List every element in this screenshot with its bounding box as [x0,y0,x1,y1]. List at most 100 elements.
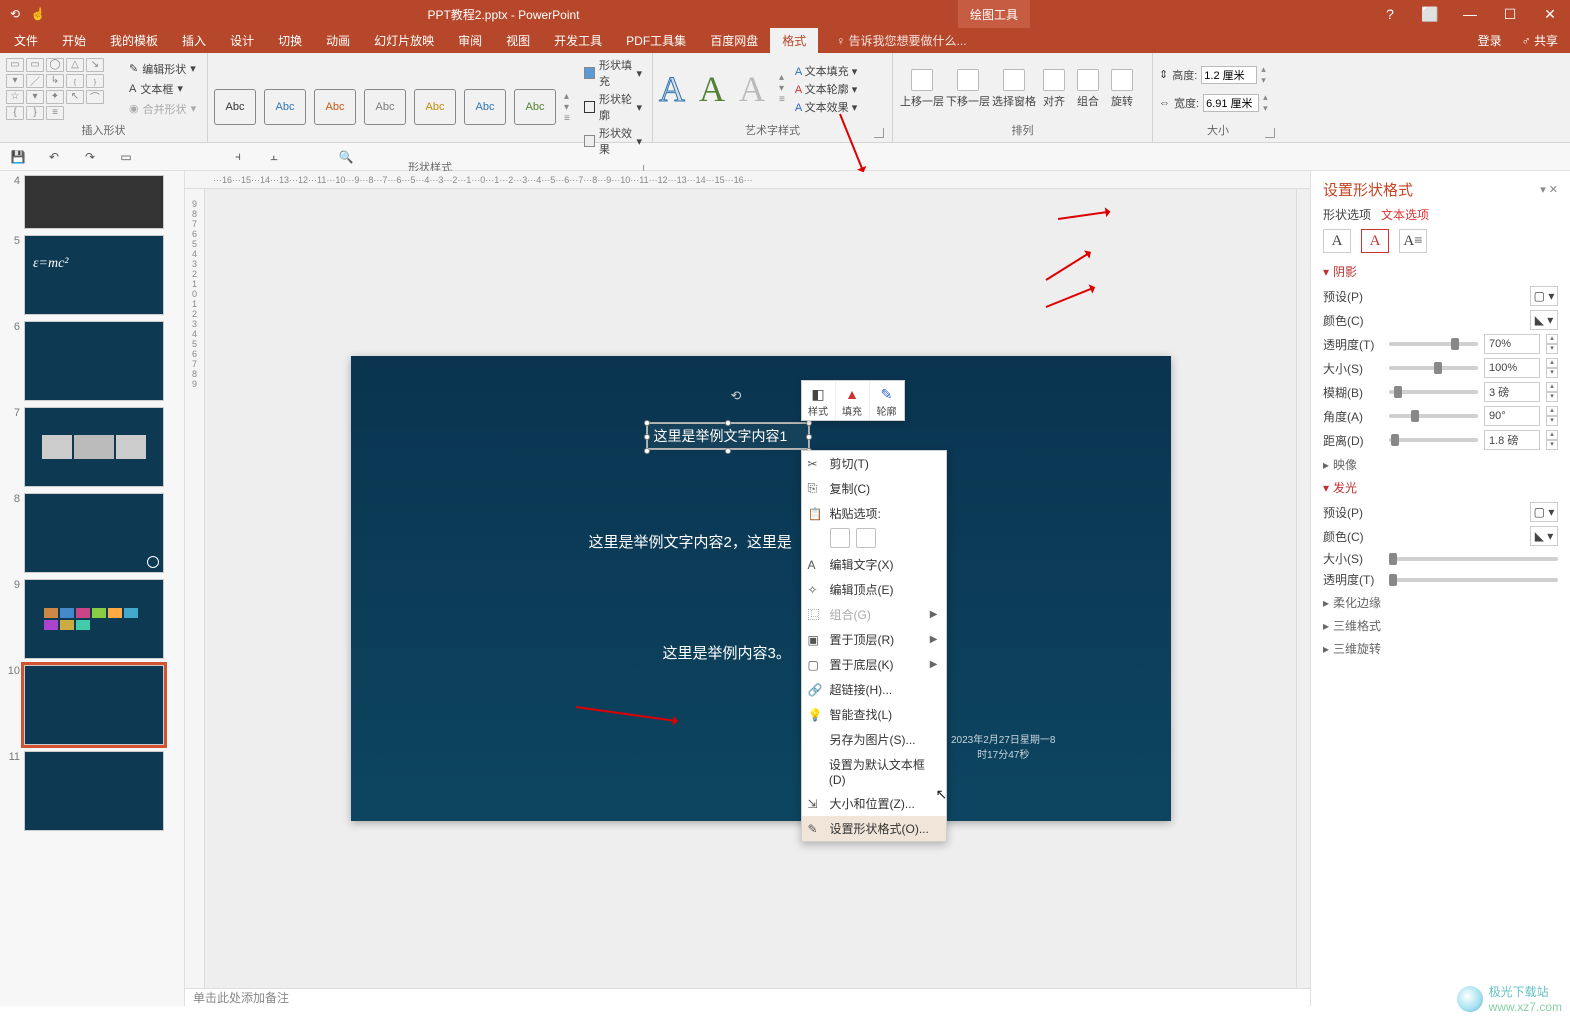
text-effects-button[interactable]: A 文本效果 ▾ [795,99,857,115]
ctx-copy[interactable]: ⎘复制(C) [802,476,946,501]
blur-value[interactable]: 3 磅 [1484,382,1540,402]
slide-thumb-9[interactable] [24,579,164,659]
slide-thumb-5[interactable]: ε=mc² [24,235,164,315]
shadow-color-dropdown[interactable]: ◣ ▾ [1530,310,1558,330]
section-shadow[interactable]: ▾ 阴影 [1323,263,1558,280]
text-outline-button[interactable]: A 文本轮廓 ▾ [795,81,857,97]
tab-slideshow[interactable]: 幻灯片放映 [362,28,446,53]
undo-icon[interactable]: ↶ [44,147,64,167]
tab-review[interactable]: 审阅 [446,28,494,53]
transparency-slider[interactable] [1389,342,1478,346]
help-icon[interactable]: ? [1370,0,1410,28]
shape-options-tab[interactable]: 形状选项 [1323,206,1371,223]
rotate-handle-icon[interactable]: ⟲ [731,388,745,402]
ctx-size-position[interactable]: ⇲大小和位置(Z)... [802,791,946,816]
shape-effects-button[interactable]: 形状效果 ▾ [580,125,646,157]
vertical-scrollbar[interactable] [1296,189,1310,988]
tab-view[interactable]: 视图 [494,28,542,53]
glow-size-slider[interactable] [1389,557,1558,561]
mini-style-button[interactable]: ◧样式 [802,381,836,420]
tab-my-templates[interactable]: 我的模板 [98,28,170,53]
shape-outline-button[interactable]: 形状轮廓 ▾ [580,91,646,123]
section-3d-format[interactable]: ▸ 三维格式 [1323,617,1558,634]
maximize-button[interactable]: ☐ [1490,0,1530,28]
mini-fill-button[interactable]: ▲填充 [836,381,870,420]
slide-thumb-11[interactable] [24,751,164,831]
dialog-launcher-icon[interactable] [874,128,884,138]
tab-developer[interactable]: 开发工具 [542,28,614,53]
close-button[interactable]: ✕ [1530,0,1570,28]
text-line-3[interactable]: 这里是举例内容3。 [663,642,791,663]
autosave-icon[interactable]: ⟲ [4,3,26,25]
distance-value[interactable]: 1.8 磅 [1484,430,1540,450]
section-reflection[interactable]: ▸ 映像 [1323,456,1558,473]
ctx-bring-front[interactable]: ▣置于顶层(R)▶ [802,627,946,652]
rotate-button[interactable]: 旋转 [1105,69,1139,109]
blur-slider[interactable] [1389,390,1478,394]
ctx-format-shape[interactable]: ✎设置形状格式(O)... [802,816,946,841]
edit-shape-button[interactable]: ✎ 编辑形状 ▾ [125,60,200,78]
mini-outline-button[interactable]: ✎轮廓 [870,381,904,420]
tab-animation[interactable]: 动画 [314,28,362,53]
distance-slider[interactable] [1389,438,1478,442]
save-icon[interactable]: 💾 [8,147,28,167]
tab-pdf[interactable]: PDF工具集 [614,28,698,53]
ctx-hyperlink[interactable]: 🔗超链接(H)... [802,677,946,702]
slide-canvas[interactable]: ⟲ 这里是举例文字内容1 这里是举例文字内容2，这里是 这里是举例内容3。 20… [351,356,1171,821]
minimize-button[interactable]: — [1450,0,1490,28]
shadow-preset-dropdown[interactable]: ▢ ▾ [1530,286,1558,306]
shapes-gallery[interactable]: ▭▭◯△↘▾ ／↳﹛﹜☆▾ ✦↖⌒{}≡ [6,58,121,120]
slides-thumbnails-pane[interactable]: 4 5ε=mc² 6 7 8 9 10 11 [0,171,185,1006]
ctx-smart-lookup[interactable]: 💡智能查找(L) [802,702,946,727]
shape-styles-gallery[interactable]: Abc Abc Abc Abc Abc Abc Abc ▴▾≡ [214,89,570,125]
ctx-save-as-picture[interactable]: 另存为图片(S)... [802,727,946,752]
shadow-size-slider[interactable] [1389,366,1478,370]
dialog-launcher-icon[interactable] [1265,128,1275,138]
tab-home[interactable]: 开始 [50,28,98,53]
merge-shape-button[interactable]: ◉ 合并形状 ▾ [125,100,200,118]
angle-slider[interactable] [1389,414,1478,418]
text-line-2[interactable]: 这里是举例文字内容2，这里是 [589,531,792,552]
text-fill-button[interactable]: A 文本填充 ▾ [795,63,857,79]
section-glow[interactable]: ▾ 发光 [1323,479,1558,496]
width-input[interactable] [1203,94,1259,112]
share-button[interactable]: ♂ 共享 [1512,28,1568,53]
paste-opt-2[interactable] [856,528,876,548]
tab-baidu[interactable]: 百度网盘 [698,28,770,53]
text-box-button[interactable]: A 文本框 ▾ [125,80,200,98]
ctx-edit-text[interactable]: A编辑文字(X) [802,552,946,577]
paste-opt-1[interactable] [830,528,850,548]
ctx-default-textbox[interactable]: 设置为默认文本框(D) [802,752,946,791]
ribbon-options-icon[interactable]: ⬜ [1410,0,1450,28]
text-fill-outline-icon[interactable]: A [1323,229,1351,253]
section-soft-edges[interactable]: ▸ 柔化边缘 [1323,594,1558,611]
tab-design[interactable]: 设计 [218,28,266,53]
group-button[interactable]: 组合 [1071,69,1105,109]
tab-transition[interactable]: 切换 [266,28,314,53]
shape-fill-button[interactable]: 形状填充 ▾ [580,57,646,89]
tell-me-input[interactable]: ♀ 告诉我您想要做什么... [826,28,976,53]
slide-thumb-4[interactable] [24,175,164,229]
align-button[interactable]: 对齐 [1037,69,1071,109]
slide-thumb-8[interactable] [24,493,164,573]
send-backward-button[interactable]: 下移一层 [945,69,991,109]
text-effects-icon[interactable]: A [1361,229,1389,253]
pane-options-icon[interactable]: ▾ ✕ [1540,183,1558,196]
tab-format[interactable]: 格式 [770,28,818,53]
touch-mode-icon[interactable]: ☝ [27,3,49,25]
slide-thumb-6[interactable] [24,321,164,401]
transparency-value[interactable]: 70% [1484,334,1540,354]
slide-thumb-10[interactable] [24,665,164,745]
text-box-props-icon[interactable]: A≡ [1399,229,1427,253]
height-input[interactable] [1201,66,1257,84]
login-button[interactable]: 登录 [1468,28,1512,53]
notes-pane[interactable]: 单击此处添加备注 [185,988,1310,1006]
selected-textbox[interactable]: 这里是举例文字内容1 [647,423,809,449]
bring-forward-button[interactable]: 上移一层 [899,69,945,109]
angle-value[interactable]: 90° [1484,406,1540,426]
tab-file[interactable]: 文件 [2,28,50,53]
tab-insert[interactable]: 插入 [170,28,218,53]
selection-pane-button[interactable]: 选择窗格 [991,69,1037,109]
text-options-tab[interactable]: 文本选项 [1381,206,1429,223]
wordart-gallery[interactable]: AAA ▴▾≡ [659,68,785,110]
